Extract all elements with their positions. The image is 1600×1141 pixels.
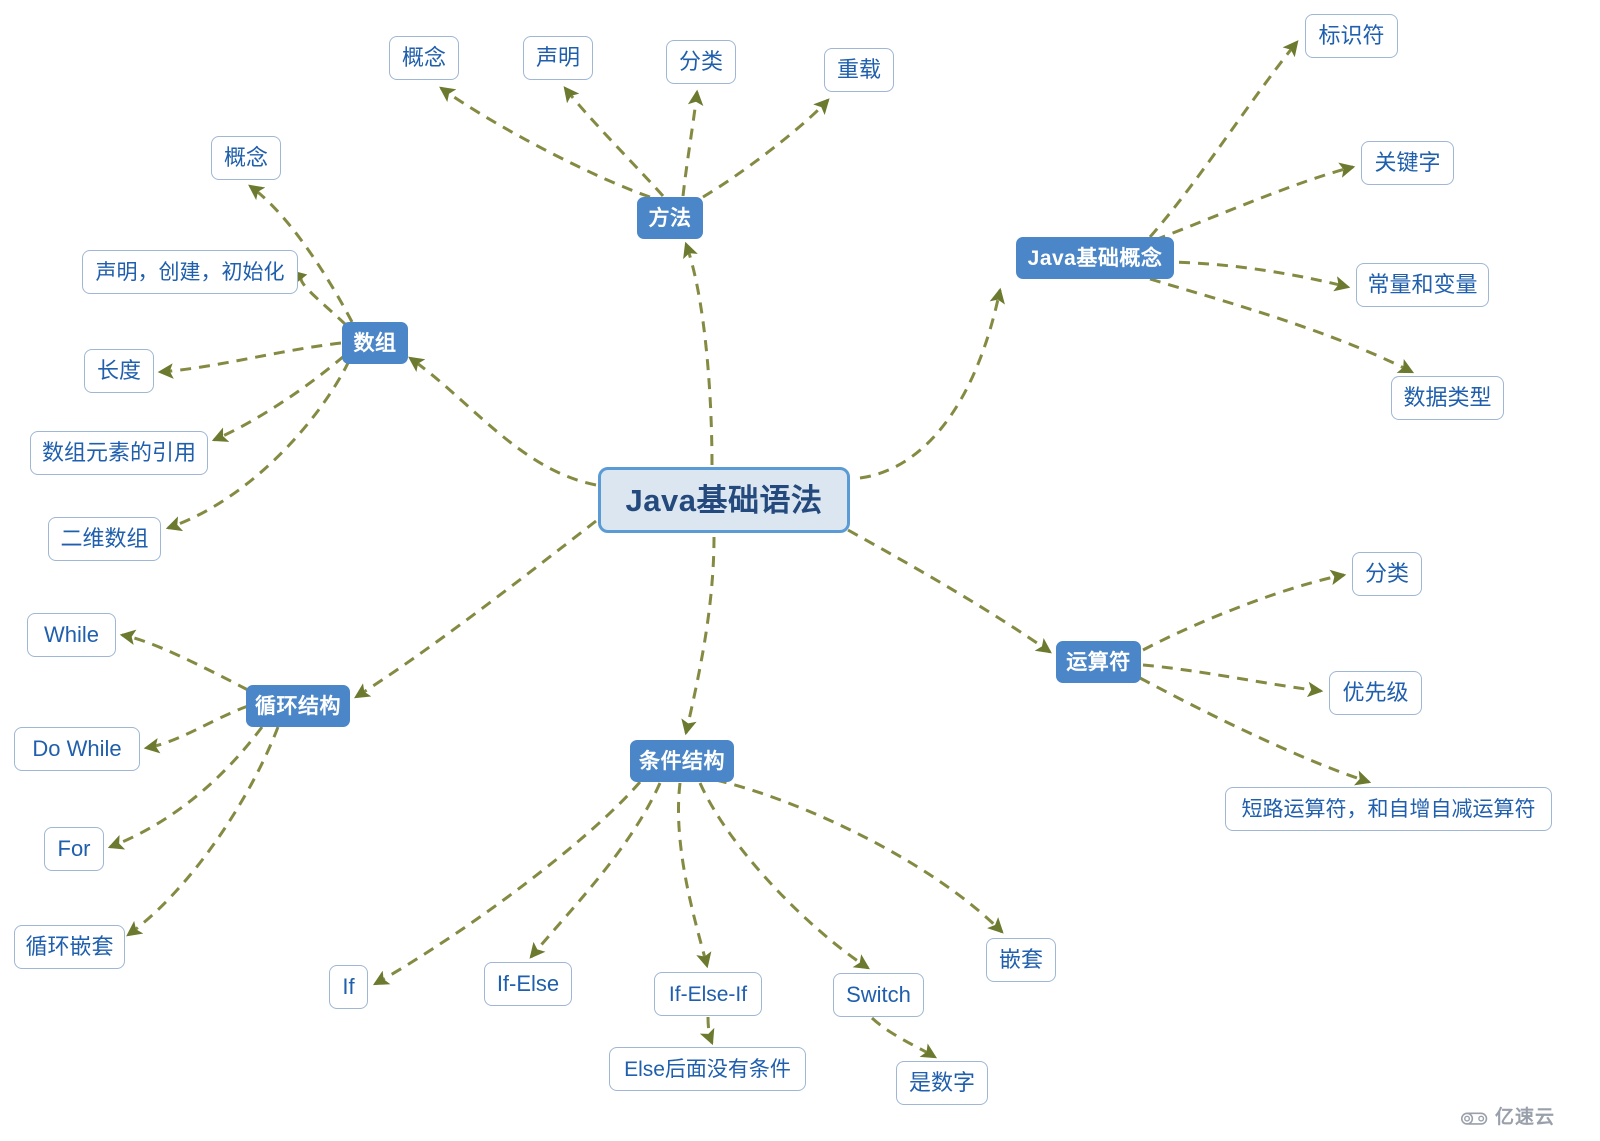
- edge-17: [211, 354, 345, 442]
- mindmap-canvas: Java基础语法 方法 概念 声明 分类 重载 Java基础概念 标识符 关键字 常量和变量 数据类…: [0, 0, 1600, 1141]
- watermark: 亿速云: [1460, 1102, 1555, 1129]
- edge-25: [126, 726, 280, 937]
- leaf-node-二维数组[interactable]: 二维数组: [48, 517, 161, 561]
- leaf-node-分类[interactable]: 分类: [1352, 552, 1422, 596]
- leaf-node-长度[interactable]: 长度: [84, 349, 154, 393]
- edge-27: [529, 782, 662, 959]
- edge-paths: [107, 40, 1415, 1059]
- leaf-node-常量和变量[interactable]: 常量和变量: [1356, 263, 1489, 307]
- leaf-node-声明[interactable]: 声明: [523, 36, 593, 80]
- leaf-node-数组元素的引用[interactable]: 数组元素的引用: [30, 431, 208, 475]
- edge-7: [563, 86, 665, 197]
- edge-26: [372, 781, 642, 986]
- cloud-icon: [1460, 1106, 1490, 1126]
- edge-30: [715, 778, 1004, 934]
- edge-1: [859, 287, 1005, 480]
- branch-node-方法[interactable]: 方法: [637, 197, 703, 239]
- leaf-node-重载[interactable]: 重载: [824, 48, 894, 92]
- edge-9: [702, 98, 830, 199]
- root-node-java基础语法[interactable]: Java基础语法: [598, 467, 850, 533]
- leaf-node-声明-创建-初始化[interactable]: 声明，创建，初始化: [82, 250, 298, 294]
- branch-node-数组[interactable]: 数组: [342, 322, 408, 364]
- leaf-node-数据类型[interactable]: 数据类型: [1391, 376, 1504, 420]
- edge-15: [290, 269, 348, 327]
- edge-12: [1159, 260, 1351, 292]
- leaf-node-概念[interactable]: 概念: [211, 136, 281, 180]
- edge-22: [119, 629, 249, 692]
- edge-20: [1142, 663, 1324, 698]
- leaf-node-是数字[interactable]: 是数字: [896, 1061, 988, 1105]
- watermark-text: 亿速云: [1495, 1107, 1556, 1128]
- leaf-node-if-else-if[interactable]: If-Else-If: [654, 972, 762, 1016]
- leaf-node-关键字[interactable]: 关键字: [1361, 141, 1454, 185]
- edge-28: [677, 782, 712, 969]
- leaf-node-do-while[interactable]: Do While: [14, 727, 140, 771]
- edge-8: [681, 89, 704, 197]
- branch-node-条件结构[interactable]: 条件结构: [630, 740, 734, 782]
- edge-4: [354, 519, 597, 699]
- edge-16: [157, 341, 342, 379]
- branch-node-循环结构[interactable]: 循环结构: [246, 685, 350, 727]
- leaf-node-for[interactable]: For: [44, 827, 104, 871]
- edge-6: [439, 86, 651, 199]
- edge-11: [1154, 162, 1356, 242]
- leaf-node-循环嵌套[interactable]: 循环嵌套: [14, 925, 125, 969]
- leaf-node-if[interactable]: If: [329, 965, 368, 1009]
- leaf-node-短路运算符-和自增自减运算符[interactable]: 短路运算符，和自增自减运算符: [1225, 787, 1552, 831]
- edge-0: [683, 241, 714, 466]
- edge-5: [681, 536, 716, 736]
- leaf-node-嵌套[interactable]: 嵌套: [986, 938, 1056, 982]
- leaf-node-优先级[interactable]: 优先级: [1329, 671, 1422, 715]
- leaf-node-概念[interactable]: 概念: [389, 36, 459, 80]
- edge-32: [870, 1016, 938, 1059]
- leaf-node-switch[interactable]: Switch: [833, 973, 924, 1017]
- edge-19: [1142, 569, 1347, 652]
- edge-10: [1148, 40, 1299, 238]
- edge-29: [698, 782, 870, 970]
- leaf-node-else后面没有条件[interactable]: Else后面没有条件: [609, 1047, 806, 1091]
- edge-3: [847, 528, 1052, 654]
- branch-node-java基础概念[interactable]: Java基础概念: [1016, 237, 1174, 279]
- leaf-node-if-else[interactable]: If-Else: [484, 962, 572, 1006]
- leaf-node-标识符[interactable]: 标识符: [1305, 14, 1398, 58]
- edge-2: [408, 356, 597, 487]
- branch-node-运算符[interactable]: 运算符: [1056, 641, 1141, 683]
- edge-31: [699, 1016, 715, 1046]
- leaf-node-while[interactable]: While: [27, 613, 116, 657]
- edge-23: [143, 704, 249, 754]
- leaf-node-分类[interactable]: 分类: [666, 40, 736, 84]
